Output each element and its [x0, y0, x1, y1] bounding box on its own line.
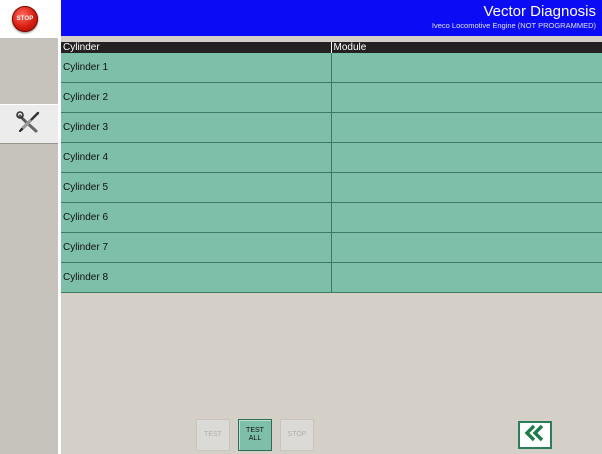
- table-header-row: Cylinder Module: [61, 42, 602, 53]
- table-row[interactable]: Cylinder 8: [61, 262, 602, 293]
- module-cell: [330, 232, 602, 263]
- cylinder-cell: Cylinder 6: [61, 202, 331, 233]
- module-cell: [330, 82, 602, 113]
- stop-button[interactable]: STOP: [280, 419, 314, 451]
- cylinder-cell: Cylinder 5: [61, 172, 331, 203]
- module-cell: [330, 262, 602, 293]
- cylinder-cell: Cylinder 3: [61, 112, 331, 143]
- table-row[interactable]: Cylinder 1: [61, 53, 602, 83]
- cylinder-cell: Cylinder 8: [61, 262, 331, 293]
- table-row[interactable]: Cylinder 6: [61, 202, 602, 233]
- app-title: Vector Diagnosis: [483, 3, 596, 20]
- test-all-button[interactable]: TEST ALL: [238, 419, 272, 451]
- cylinder-table: Cylinder Module Cylinder 1 Cylinder 2 Cyli…: [61, 42, 602, 293]
- module-cell: [330, 142, 602, 173]
- cylinder-cell: Cylinder 4: [61, 142, 331, 173]
- test-all-button-label: TEST ALL: [246, 427, 264, 442]
- test-button[interactable]: TEST: [196, 419, 230, 451]
- app-subtitle: Iveco Locomotive Engine (NOT PROGRAMMED): [431, 21, 596, 30]
- back-button[interactable]: [518, 421, 552, 449]
- left-rail: [0, 0, 58, 454]
- title-bar: Vector Diagnosis Iveco Locomotive Engine…: [61, 0, 602, 36]
- table-row[interactable]: Cylinder 2: [61, 82, 602, 113]
- stop-test-button-label: STOP: [287, 431, 307, 438]
- test-button-label: TEST: [204, 431, 222, 438]
- emergency-stop-button[interactable]: STOP: [12, 6, 38, 32]
- column-header-cylinder: Cylinder: [61, 42, 331, 53]
- table-row[interactable]: Cylinder 4: [61, 142, 602, 173]
- tools-icon: [16, 110, 42, 138]
- table-row[interactable]: Cylinder 5: [61, 172, 602, 203]
- stop-area: STOP: [0, 0, 58, 38]
- cylinder-cell: Cylinder 2: [61, 82, 331, 113]
- table-row[interactable]: Cylinder 3: [61, 112, 602, 143]
- cylinder-cell: Cylinder 1: [61, 53, 331, 83]
- module-cell: [330, 172, 602, 203]
- cylinder-cell: Cylinder 7: [61, 232, 331, 263]
- module-cell: [330, 112, 602, 143]
- table-row[interactable]: Cylinder 7: [61, 232, 602, 263]
- double-chevron-left-icon: [523, 424, 547, 447]
- module-cell: [330, 53, 602, 83]
- stop-button-label: STOP: [16, 16, 34, 22]
- sidebar-item-tools[interactable]: [0, 104, 58, 144]
- module-cell: [330, 202, 602, 233]
- column-header-module: Module: [330, 42, 602, 53]
